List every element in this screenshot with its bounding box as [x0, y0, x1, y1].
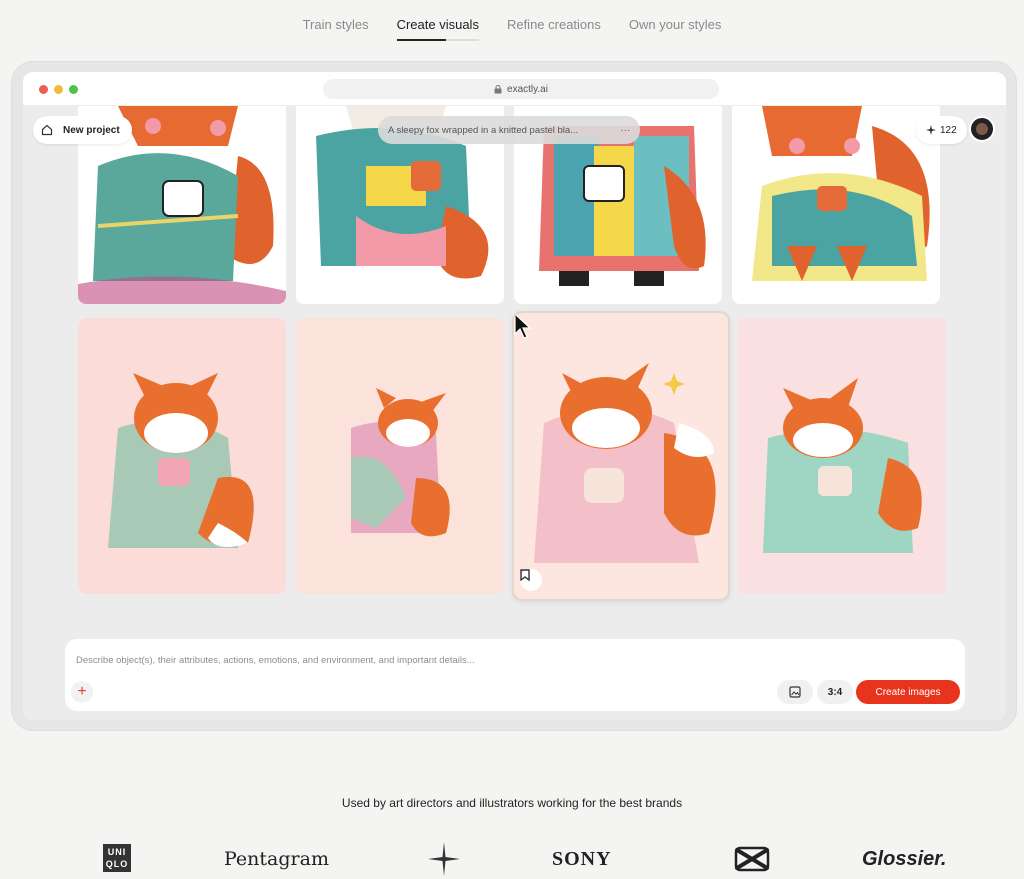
- image-row-bottom: [78, 311, 946, 601]
- sparkle-icon: [926, 125, 936, 135]
- brand-logos: UNI QLO Pentagram SONY Glossier.: [0, 838, 1024, 879]
- tab-train-styles[interactable]: Train styles: [303, 17, 369, 41]
- fox-illustration: [752, 106, 930, 281]
- tab-progress-bar: [396, 39, 479, 41]
- tab-label: Own your styles: [628, 17, 722, 32]
- uniqlo-logo-line: QLO: [105, 859, 129, 869]
- image-card-selected[interactable]: [512, 311, 730, 601]
- tab-refine-creations[interactable]: Refine creations: [507, 17, 601, 41]
- star-brand-logo-icon: [428, 842, 460, 876]
- lock-icon: [494, 84, 502, 94]
- image-card[interactable]: [78, 318, 286, 594]
- home-icon: [41, 124, 53, 136]
- tab-progress-fill: [396, 39, 446, 41]
- prompt-composer: Describe object(s), their attributes, ac…: [65, 639, 965, 711]
- glossier-logo: Glossier.: [862, 848, 947, 870]
- close-window-dot[interactable]: [39, 85, 48, 94]
- uniqlo-logo: UNI QLO: [103, 844, 131, 872]
- tab-own-your-styles[interactable]: Own your styles: [629, 17, 721, 41]
- image-card[interactable]: [738, 318, 946, 594]
- project-switcher[interactable]: New project: [33, 116, 132, 144]
- fox-illustration: [351, 388, 450, 537]
- image-reference-button[interactable]: [777, 680, 813, 704]
- tab-create-visuals[interactable]: Create visuals: [396, 17, 479, 41]
- tab-label: Create visuals: [396, 17, 479, 32]
- pentagram-logo: Pentagram: [224, 848, 329, 870]
- maximize-window-dot[interactable]: [69, 85, 78, 94]
- browser-titlebar: exactly.ai: [23, 72, 1006, 106]
- credits-count: 122: [940, 124, 957, 136]
- image-card[interactable]: [732, 106, 940, 304]
- minimize-window-dot[interactable]: [54, 85, 63, 94]
- url-text: exactly.ai: [507, 83, 548, 95]
- prompt-preview-text: A sleepy fox wrapped in a knitted pastel…: [388, 124, 579, 136]
- sony-logo: SONY: [552, 848, 612, 870]
- aspect-ratio-button[interactable]: 3:4: [817, 680, 853, 704]
- add-attachment-button[interactable]: +: [71, 681, 93, 703]
- prompt-input[interactable]: Describe object(s), their attributes, ac…: [76, 655, 936, 666]
- browser-window: exactly.ai New project A sleepy fox wrap…: [23, 72, 1006, 720]
- more-options-icon[interactable]: ···: [621, 125, 631, 136]
- avatar[interactable]: [969, 116, 995, 142]
- image-card[interactable]: [296, 318, 504, 594]
- tab-label: Train styles: [302, 17, 369, 32]
- fox-illustration: [534, 363, 716, 563]
- app-viewport: New project A sleepy fox wrapped in a kn…: [23, 106, 1006, 720]
- brands-caption: Used by art directors and illustrators w…: [341, 796, 683, 810]
- url-bar[interactable]: exactly.ai: [323, 79, 719, 99]
- credits-badge[interactable]: 122: [916, 116, 967, 144]
- prompt-preview[interactable]: A sleepy fox wrapped in a knitted pastel…: [378, 116, 640, 144]
- feature-tabs: Train styles Create visuals Refine creat…: [0, 0, 1024, 50]
- create-images-button[interactable]: Create images: [856, 680, 960, 704]
- bookmark-icon: [520, 569, 530, 581]
- uniqlo-logo-line: UNI: [107, 847, 127, 857]
- image-icon: [789, 686, 801, 698]
- fox-illustration: [108, 373, 254, 548]
- fox-illustration: [763, 378, 922, 553]
- project-title: New project: [63, 124, 120, 136]
- plus-icon: +: [77, 683, 87, 700]
- bookmark-button[interactable]: [520, 569, 542, 591]
- capcut-logo-icon: [734, 846, 770, 872]
- mouse-cursor-icon: [514, 313, 532, 339]
- tab-label: Refine creations: [506, 17, 601, 32]
- device-frame: exactly.ai New project A sleepy fox wrap…: [11, 61, 1017, 731]
